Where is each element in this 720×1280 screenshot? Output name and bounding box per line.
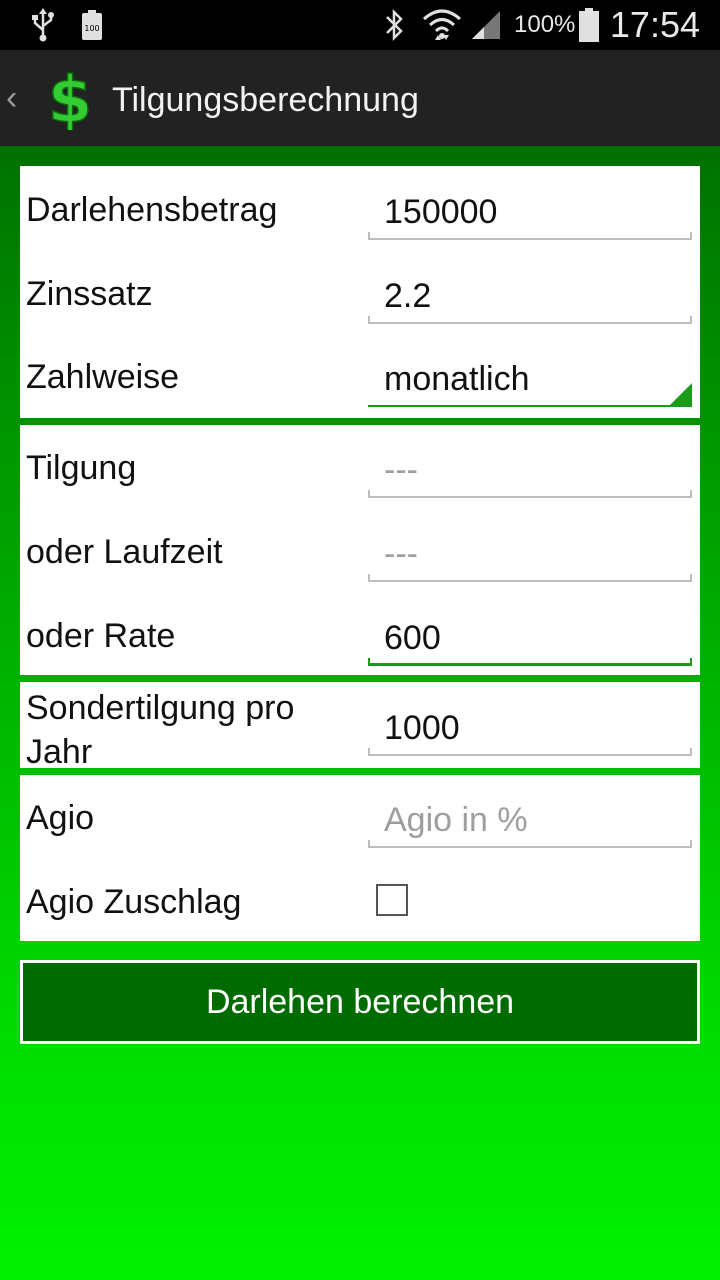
input-underline xyxy=(368,840,692,848)
zahlweise-label: Zahlweise xyxy=(26,358,180,396)
special-repayment-panel: Sondertilgung pro Jahr 1000 xyxy=(20,682,700,771)
spinner-triangle-icon xyxy=(668,383,692,407)
back-icon[interactable]: ‹ xyxy=(6,78,17,118)
zinssatz-label: Zinssatz xyxy=(26,275,153,313)
usb-icon xyxy=(30,0,56,50)
battery-percent: 100% xyxy=(514,11,576,38)
darlehensbetrag-value: 150000 xyxy=(384,193,498,231)
battery-icon xyxy=(578,0,600,50)
tilgung-label: Tilgung xyxy=(26,449,137,487)
spinner-underline xyxy=(368,405,692,407)
status-bar: 100 100% 17:54 xyxy=(0,0,720,50)
input-underline xyxy=(368,232,692,240)
loan-basics-panel: Darlehensbetrag 150000 Zinssatz 2.2 Zahl… xyxy=(20,166,700,418)
zahlweise-spinner[interactable]: monatlich xyxy=(368,357,692,407)
dollar-glyph: $ xyxy=(48,66,92,130)
wifi-icon xyxy=(422,0,462,50)
input-underline xyxy=(368,574,692,582)
rate-label: oder Rate xyxy=(26,617,176,655)
tilgung-placeholder: --- xyxy=(384,451,418,489)
rate-value: 600 xyxy=(384,619,441,657)
agio-panel: Agio Agio in % Agio Zuschlag xyxy=(20,775,700,941)
action-bar: ‹ $ Tilgungsberechnung xyxy=(0,50,720,146)
agio-placeholder: Agio in % xyxy=(384,801,528,839)
laufzeit-input[interactable]: --- xyxy=(368,532,692,582)
input-underline xyxy=(368,490,692,498)
darlehensbetrag-input[interactable]: 150000 xyxy=(368,190,692,240)
agio-label: Agio xyxy=(26,799,95,837)
rate-input[interactable]: 600 xyxy=(368,616,692,666)
zahlweise-value: monatlich xyxy=(384,360,530,398)
page-title: Tilgungsberechnung xyxy=(112,81,419,119)
calculate-loan-button[interactable]: Darlehen berechnen xyxy=(20,960,700,1044)
agio-input[interactable]: Agio in % xyxy=(368,798,692,848)
sondertilgung-label-line2: Jahr xyxy=(26,733,93,771)
agio-zuschlag-checkbox[interactable] xyxy=(376,884,408,916)
signal-icon xyxy=(470,0,502,50)
agio-zuschlag-label: Agio Zuschlag xyxy=(26,883,242,921)
repayment-panel: Tilgung --- oder Laufzeit --- oder Rate … xyxy=(20,425,700,675)
clock: 17:54 xyxy=(609,4,700,45)
bluetooth-icon xyxy=(382,0,408,50)
battery-small-text: 100 xyxy=(84,24,99,33)
laufzeit-label: oder Laufzeit xyxy=(26,533,223,571)
sondertilgung-input[interactable]: 1000 xyxy=(368,706,692,756)
input-underline xyxy=(368,316,692,324)
zinssatz-input[interactable]: 2.2 xyxy=(368,274,692,324)
sondertilgung-value: 1000 xyxy=(384,709,460,747)
tilgung-input[interactable]: --- xyxy=(368,448,692,498)
darlehensbetrag-label: Darlehensbetrag xyxy=(26,191,278,229)
input-underline-focused xyxy=(368,658,692,666)
battery-full-small-icon: 100 xyxy=(80,0,104,50)
sondertilgung-label-line1: Sondertilgung pro xyxy=(26,689,295,727)
dollar-app-icon[interactable]: $ xyxy=(47,63,93,139)
laufzeit-placeholder: --- xyxy=(384,535,418,573)
input-underline xyxy=(368,748,692,756)
zinssatz-value: 2.2 xyxy=(384,277,432,315)
